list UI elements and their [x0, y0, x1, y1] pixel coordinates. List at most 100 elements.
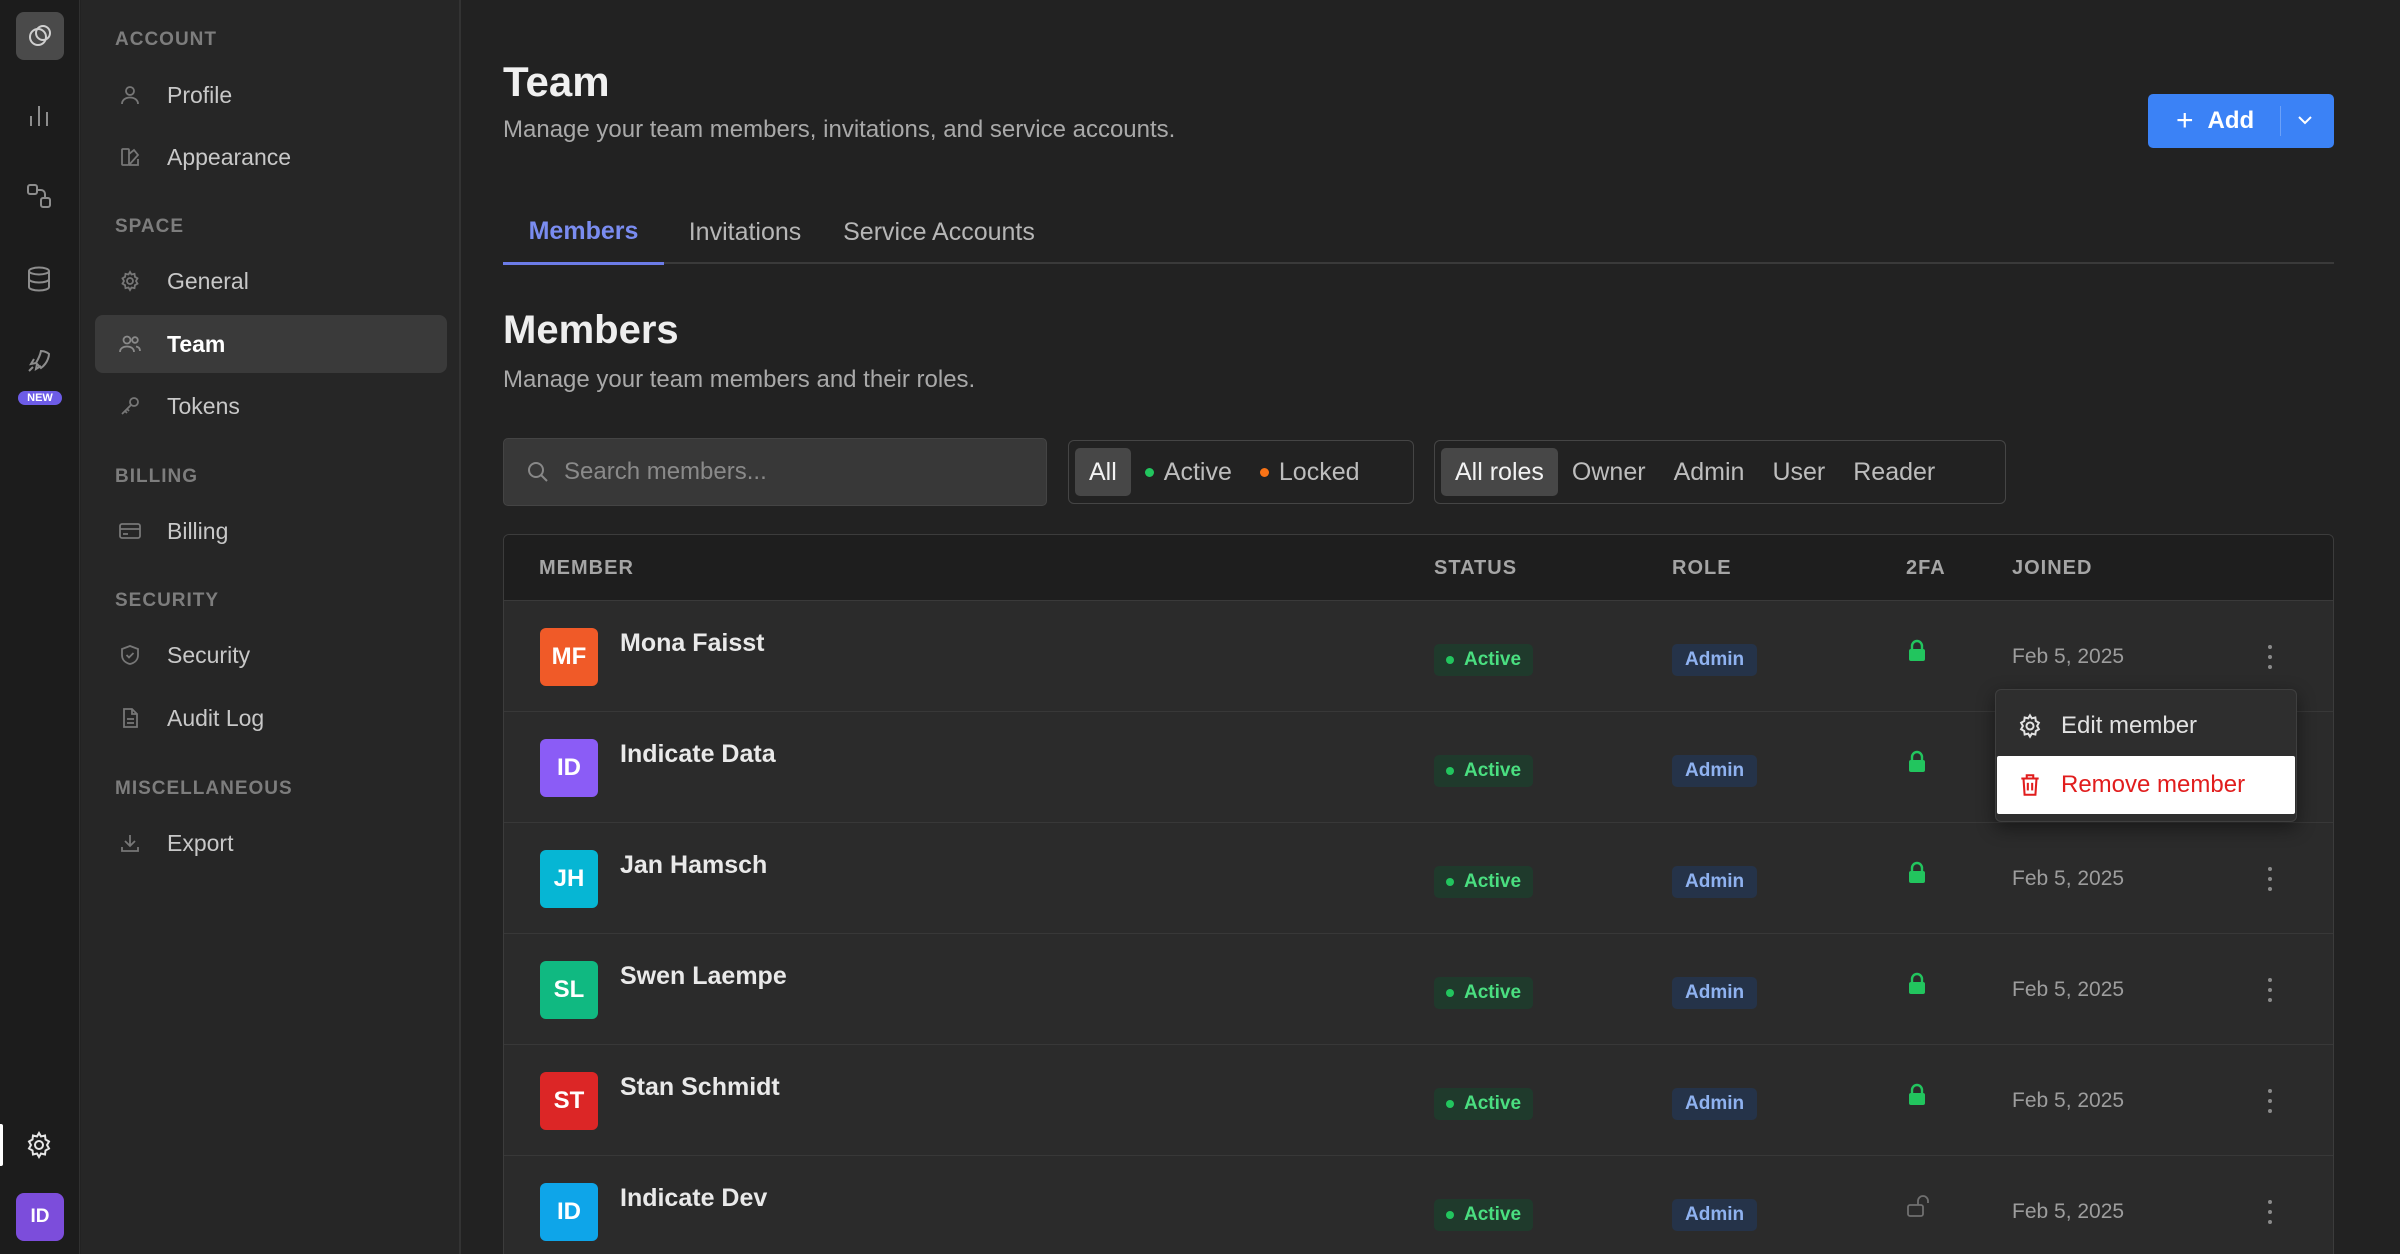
status-label: Active: [1464, 871, 1522, 892]
lock-icon: [1906, 1083, 1928, 1112]
section-billing: BILLING: [115, 466, 198, 487]
more-actions-icon[interactable]: [2262, 1196, 2278, 1228]
status-label: Active: [1464, 982, 1522, 1003]
status-badge: Active: [1434, 866, 1534, 898]
member-name: Mona Faisst: [620, 629, 765, 657]
sidebar-item-label: Billing: [167, 517, 229, 544]
download-icon: [115, 828, 145, 858]
more-actions-icon[interactable]: [2262, 1085, 2278, 1117]
more-actions-icon[interactable]: [2262, 863, 2278, 895]
sidebar-item-label: Tokens: [167, 392, 240, 419]
rocket-icon[interactable]: [14, 336, 64, 386]
joined-date: Feb 5, 2025: [2012, 978, 2125, 1001]
sidebar-item-tokens[interactable]: Tokens: [95, 377, 447, 435]
avatar: ID: [540, 1183, 598, 1241]
tab-bar: Members Invitations Service Accounts: [503, 200, 2334, 265]
locked-dot-icon: [1259, 467, 1269, 477]
avatar: ID: [540, 739, 598, 797]
user-avatar[interactable]: ID: [16, 1193, 64, 1241]
status-dot-icon: [1446, 1211, 1454, 1219]
tab-invitations[interactable]: Invitations: [675, 200, 815, 264]
search-box[interactable]: [503, 438, 1047, 506]
status-dot-icon: [1446, 878, 1454, 886]
sidebar-item-team[interactable]: Team: [95, 315, 447, 373]
sidebar-item-general[interactable]: General: [95, 252, 447, 310]
integrations-icon[interactable]: [14, 171, 64, 221]
filter-reader[interactable]: Reader: [1839, 448, 1949, 496]
status-badge: Active: [1434, 977, 1534, 1009]
section-miscellaneous: MISCELLANEOUS: [115, 778, 293, 799]
avatar: SL: [540, 961, 598, 1019]
column-header-joined[interactable]: JOINED: [2012, 557, 2092, 580]
filter-all[interactable]: All: [1075, 448, 1131, 496]
sidebar-item-profile[interactable]: Profile: [95, 66, 447, 124]
section-security: SECURITY: [115, 590, 220, 611]
status-label: Active: [1464, 649, 1522, 670]
chevron-down-icon[interactable]: [2294, 109, 2316, 138]
role-badge: Admin: [1672, 977, 1758, 1009]
column-header-2fa[interactable]: 2FA: [1906, 557, 1946, 580]
joined-date: Feb 5, 2025: [2012, 1200, 2125, 1223]
member-name: Jan Hamsch: [620, 851, 768, 879]
settings-sidebar: ACCOUNT Profile Appearance SPACE General…: [81, 0, 461, 1254]
joined-date: Feb 5, 2025: [2012, 645, 2125, 668]
more-actions-icon[interactable]: [2262, 641, 2278, 673]
joined-date: Feb 5, 2025: [2012, 867, 2125, 890]
filter-active[interactable]: Active: [1131, 448, 1246, 496]
role-filter: All roles Owner Admin User Reader: [1434, 440, 2006, 504]
table-row[interactable]: ID Indicate Dev Active Admin Feb 5, 2025: [504, 1156, 2333, 1254]
table-row[interactable]: ST Stan Schmidt Active Admin Feb 5, 2025: [504, 1045, 2333, 1156]
search-input[interactable]: [564, 458, 1024, 486]
logo-icon[interactable]: [16, 12, 64, 60]
filter-owner[interactable]: Owner: [1558, 448, 1660, 496]
role-badge: Admin: [1672, 1199, 1758, 1231]
sidebar-item-billing[interactable]: Billing: [95, 502, 447, 560]
avatar: MF: [540, 628, 598, 686]
role-badge: Admin: [1672, 1088, 1758, 1120]
filter-user[interactable]: User: [1758, 448, 1839, 496]
tab-service-accounts[interactable]: Service Accounts: [827, 200, 1051, 264]
column-header-status[interactable]: STATUS: [1434, 557, 1517, 580]
filter-all-roles[interactable]: All roles: [1441, 448, 1558, 496]
more-actions-icon[interactable]: [2262, 974, 2278, 1006]
column-header-member[interactable]: MEMBER: [539, 557, 634, 580]
table-row[interactable]: SL Swen Laempe Active Admin Feb 5, 2025: [504, 934, 2333, 1045]
menu-item-label: Edit member: [2061, 712, 2198, 739]
sidebar-item-security[interactable]: Security: [95, 626, 447, 684]
sidebar-item-export[interactable]: Export: [95, 814, 447, 872]
sidebar-item-audit-log[interactable]: Audit Log: [95, 689, 447, 747]
active-indicator: [0, 1124, 3, 1166]
database-icon[interactable]: [14, 254, 64, 304]
filter-locked[interactable]: Locked: [1246, 448, 1374, 496]
status-dot-icon: [1446, 989, 1454, 997]
members-table: MEMBER STATUS ROLE 2FA JOINED MF Mona Fai…: [503, 534, 2334, 1254]
sidebar-item-appearance[interactable]: Appearance: [95, 128, 447, 186]
page-title: Team: [503, 58, 610, 105]
settings-icon[interactable]: [14, 1120, 64, 1170]
document-icon: [115, 703, 145, 733]
avatar: ST: [540, 1072, 598, 1130]
section-account: ACCOUNT: [115, 29, 217, 50]
table-header: MEMBER STATUS ROLE 2FA JOINED: [504, 535, 2333, 601]
new-badge: NEW: [18, 391, 62, 405]
member-name: Stan Schmidt: [620, 1073, 780, 1101]
edit-member-menu-item[interactable]: Edit member: [1997, 697, 2295, 755]
user-icon: [115, 80, 145, 110]
role-badge: Admin: [1672, 755, 1758, 787]
status-badge: Active: [1434, 1199, 1534, 1231]
add-button[interactable]: + Add: [2148, 94, 2334, 148]
status-dot-icon: [1446, 767, 1454, 775]
member-name: Swen Laempe: [620, 962, 787, 990]
remove-member-menu-item[interactable]: Remove member: [1997, 756, 2295, 814]
analytics-icon[interactable]: [14, 90, 64, 140]
page-subtitle: Manage your team members, invitations, a…: [503, 116, 1176, 143]
member-name: Indicate Dev: [620, 1184, 768, 1212]
unlock-icon: [1906, 1194, 1932, 1223]
filter-admin[interactable]: Admin: [1660, 448, 1759, 496]
tab-members[interactable]: Members: [503, 200, 664, 265]
avatar: JH: [540, 850, 598, 908]
lock-icon: [1906, 972, 1928, 1001]
icon-rail: NEW ID: [0, 0, 80, 1254]
column-header-role[interactable]: ROLE: [1672, 557, 1732, 580]
table-row[interactable]: JH Jan Hamsch Active Admin Feb 5, 2025: [504, 823, 2333, 934]
